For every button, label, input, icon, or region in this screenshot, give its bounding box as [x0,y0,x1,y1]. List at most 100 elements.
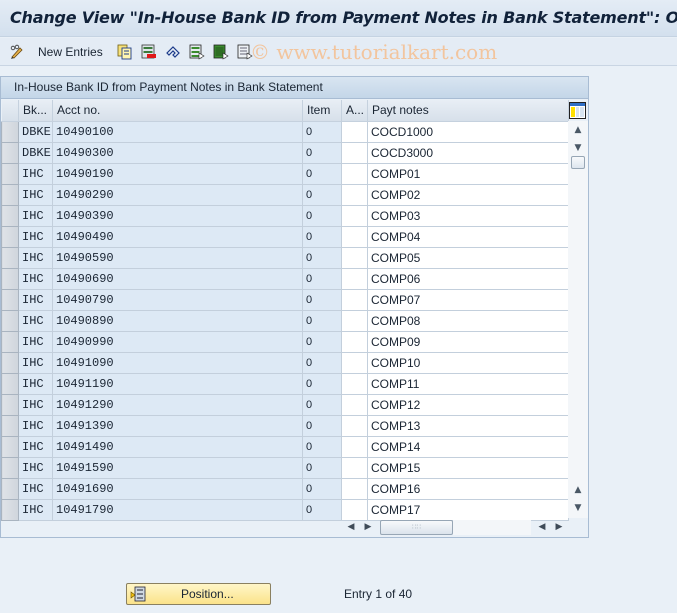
toggle-display-change-button[interactable] [9,42,25,62]
cell-payt-notes[interactable]: COMP09 [367,331,569,353]
select-all-button[interactable] [189,42,205,62]
cell-item: 0 [302,310,342,332]
column-header-item[interactable]: Item [302,100,342,122]
cell-payt-notes[interactable]: COCD1000 [367,121,569,143]
row-selector[interactable] [1,414,19,437]
cell-a[interactable] [341,184,368,206]
column-header-bank[interactable]: Bk... [18,100,53,122]
cell-a[interactable] [341,121,368,143]
cell-item: 0 [302,289,342,311]
cell-a[interactable] [341,247,368,269]
row-selector[interactable] [1,120,19,143]
scroll-far-right-icon[interactable]: ▶ [553,521,565,533]
vertical-scrollbar[interactable]: ▲ ▼ ▲ ▼ [568,121,588,518]
select-block-button[interactable] [213,42,229,62]
entry-counter: Entry 1 of 40 [344,587,413,601]
cell-payt-notes[interactable]: COMP14 [367,436,569,458]
column-header-acct-no[interactable]: Acct no. [52,100,303,122]
cell-a[interactable] [341,499,368,521]
cell-a[interactable] [341,436,368,458]
scroll-left-icon[interactable]: ◀ [345,521,357,533]
cell-a[interactable] [341,226,368,248]
cell-acct-no: 10491590 [52,457,303,479]
cell-a[interactable] [341,457,368,479]
cell-payt-notes[interactable]: COMP16 [367,478,569,500]
row-selector[interactable] [1,162,19,185]
horizontal-scroll-track[interactable] [453,520,531,535]
cell-item: 0 [302,184,342,206]
cell-a[interactable] [341,205,368,227]
column-header-a[interactable]: A... [341,100,368,122]
row-selector[interactable] [1,225,19,248]
cell-bank: IHC [18,310,53,332]
row-selector[interactable] [1,477,19,500]
cell-acct-no: 10491690 [52,478,303,500]
position-button[interactable]: Position... [126,583,271,605]
undo-icon [165,44,181,60]
cell-a[interactable] [341,289,368,311]
cell-a[interactable] [341,142,368,164]
cell-payt-notes[interactable]: COMP02 [367,184,569,206]
cell-payt-notes[interactable]: COMP07 [367,289,569,311]
cell-a[interactable] [341,163,368,185]
delete-button[interactable] [141,42,157,62]
row-selector[interactable] [1,246,19,269]
undo-change-button[interactable] [165,42,181,62]
row-selector[interactable] [1,309,19,332]
table-row: IHC 10490790 0 COMP07 [1,288,569,311]
scroll-down-icon[interactable]: ▼ [572,142,584,154]
column-header-payt-notes[interactable]: Payt notes [367,100,569,122]
cell-payt-notes[interactable]: COMP06 [367,268,569,290]
scroll-page-down-icon[interactable]: ▼ [572,502,584,514]
row-selector[interactable] [1,183,19,206]
row-selector[interactable] [1,372,19,395]
cell-a[interactable] [341,478,368,500]
row-selector[interactable] [1,288,19,311]
cell-a[interactable] [341,268,368,290]
cell-item: 0 [302,373,342,395]
cell-payt-notes[interactable]: COMP11 [367,373,569,395]
cell-payt-notes[interactable]: COMP01 [367,163,569,185]
cell-payt-notes[interactable]: COMP10 [367,352,569,374]
select-all-rows-header[interactable] [1,100,19,122]
row-selector[interactable] [1,435,19,458]
scroll-far-left-icon[interactable]: ◀ [536,521,548,533]
cell-payt-notes[interactable]: COMP12 [367,394,569,416]
row-selector[interactable] [1,267,19,290]
cell-payt-notes[interactable]: COCD3000 [367,142,569,164]
cell-payt-notes[interactable]: COMP04 [367,226,569,248]
row-selector[interactable] [1,456,19,479]
row-selector[interactable] [1,498,19,521]
cell-a[interactable] [341,394,368,416]
row-selector[interactable] [1,141,19,164]
row-selector[interactable] [1,204,19,227]
cell-payt-notes[interactable]: COMP08 [367,310,569,332]
column-configuration-button[interactable] [569,102,586,119]
cell-a[interactable] [341,331,368,353]
cell-a[interactable] [341,373,368,395]
row-selector[interactable] [1,351,19,374]
row-selector[interactable] [1,393,19,416]
cell-a[interactable] [341,352,368,374]
cell-payt-notes[interactable]: COMP17 [367,499,569,521]
horizontal-scroll-thumb[interactable]: ∷∷ [380,520,453,535]
cell-payt-notes[interactable]: COMP05 [367,247,569,269]
scroll-up-icon[interactable]: ▲ [572,124,584,136]
table-row: IHC 10490890 0 COMP08 [1,309,569,332]
scroll-page-up-icon[interactable]: ▲ [572,484,584,496]
cell-acct-no: 10490990 [52,331,303,353]
scroll-right-icon[interactable]: ▶ [362,521,374,533]
cell-payt-notes[interactable]: COMP03 [367,205,569,227]
vertical-scroll-thumb[interactable] [571,156,585,169]
new-entries-button[interactable]: New Entries [38,42,103,62]
row-selector[interactable] [1,330,19,353]
cell-payt-notes[interactable]: COMP15 [367,457,569,479]
cell-payt-notes[interactable]: COMP13 [367,415,569,437]
cell-bank: DBKE [18,142,53,164]
cell-a[interactable] [341,310,368,332]
cell-item: 0 [302,142,342,164]
title-bar: Change View "In-House Bank ID from Payme… [0,0,677,37]
copy-as-button[interactable] [117,42,133,62]
cell-a[interactable] [341,415,368,437]
cell-acct-no: 10490100 [52,121,303,143]
